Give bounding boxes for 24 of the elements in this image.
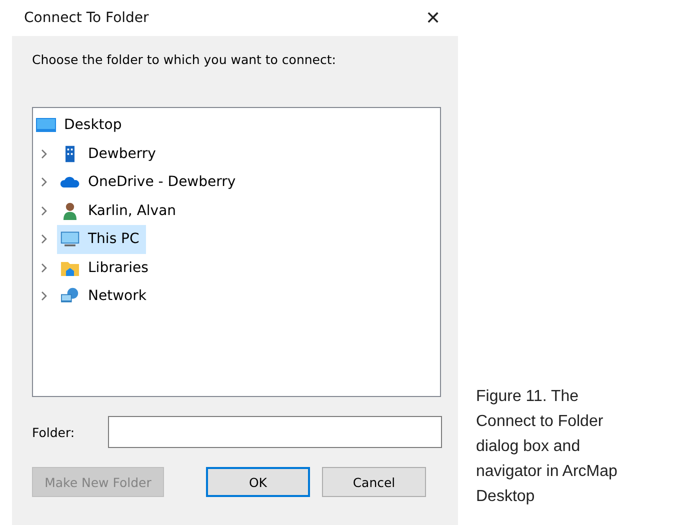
dialog-button[interactable]: Cancel [322,467,426,497]
chevron-icon[interactable] [39,291,49,302]
tree-item[interactable]: Libraries [57,253,156,282]
tree-item[interactable]: Desktop [33,110,129,140]
chevron-icon[interactable] [39,234,49,244]
desktop-icon [36,116,56,134]
chevron-icon[interactable] [39,148,49,159]
network-icon [60,287,80,306]
tree-item[interactable]: Karlin, Alvan [57,196,184,226]
tree-item[interactable]: This PC [57,224,146,254]
tree-item[interactable]: Dewberry [57,139,163,168]
chevron-icon[interactable] [39,177,49,188]
chevron-icon[interactable] [39,206,49,216]
folder-input-field[interactable] [108,416,442,448]
dialog-button[interactable]: OK [206,467,310,497]
tree-item[interactable]: OneDrive - Dewberry [57,168,243,197]
prompt-text: Choose the folder to which you want to connect: [32,52,337,67]
folder-label: Folder: [32,424,76,440]
chevron-icon[interactable] [39,262,49,273]
window-title: Connect To Folder [24,10,149,26]
tree-item[interactable]: Network [57,282,154,311]
figure-caption: Figure 11. The Connect to Folder dialog box and navigator in ArcMap Desktop [475,387,618,507]
close-button[interactable]: ✕ [408,0,458,36]
monitor-icon [60,230,80,248]
